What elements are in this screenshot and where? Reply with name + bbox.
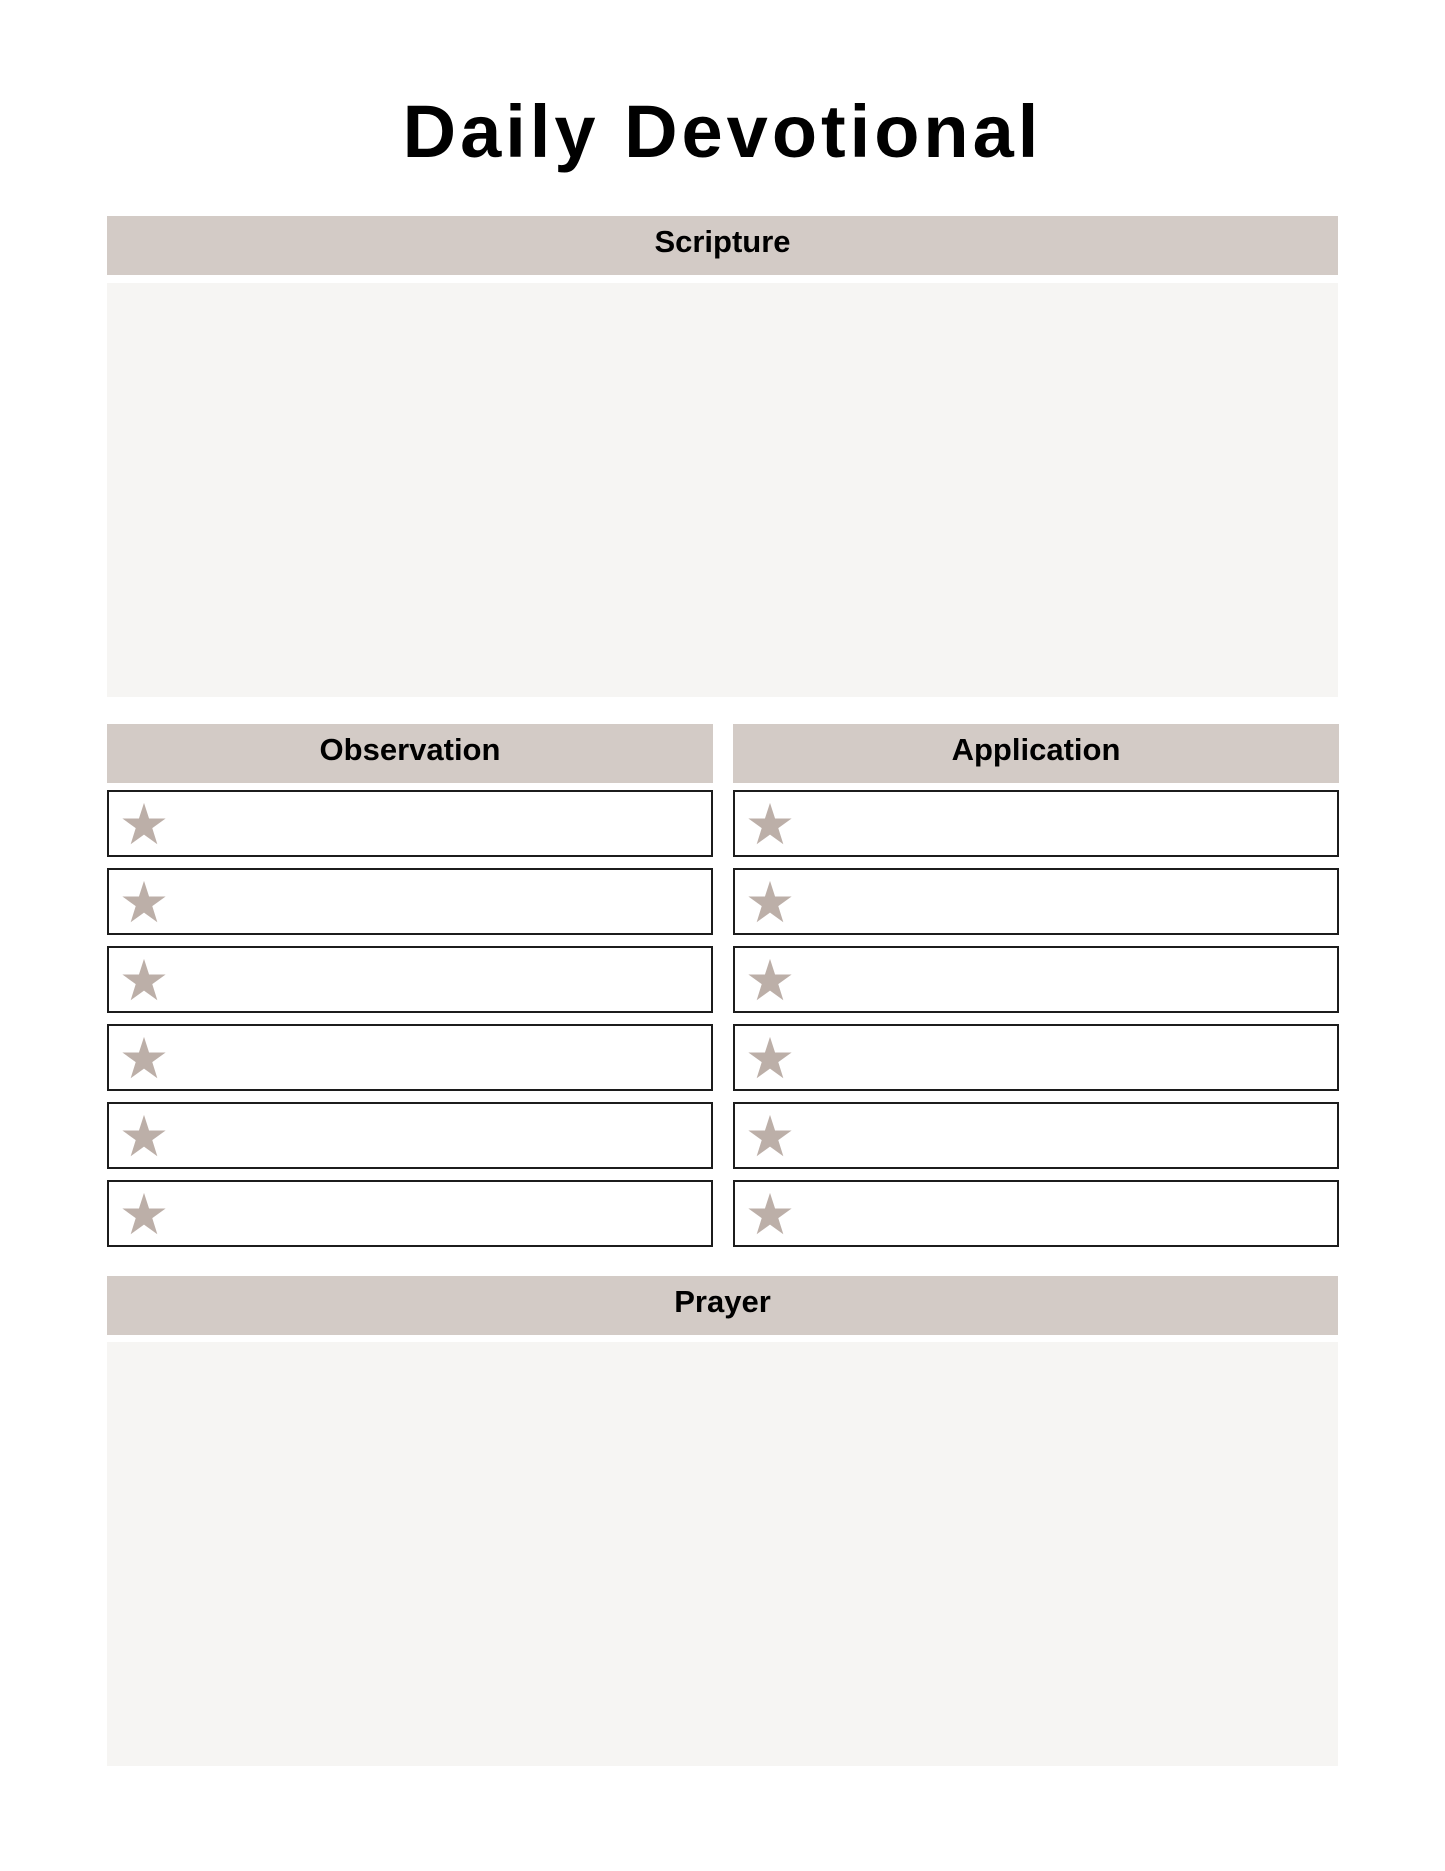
prayer-header: Prayer	[107, 1276, 1338, 1335]
star-icon	[748, 1036, 792, 1078]
observation-item-text	[167, 948, 711, 1011]
observation-item-text	[167, 792, 711, 855]
star-icon	[748, 1192, 792, 1234]
star-icon	[748, 958, 792, 1000]
application-item[interactable]	[733, 790, 1339, 857]
star-icon	[122, 1192, 166, 1234]
observation-item-text	[167, 870, 711, 933]
star-icon	[122, 802, 166, 844]
observation-item[interactable]	[107, 1102, 713, 1169]
application-item-text	[793, 870, 1337, 933]
application-item-text	[793, 1026, 1337, 1089]
star-icon	[122, 1114, 166, 1156]
observation-item[interactable]	[107, 868, 713, 935]
star-icon	[122, 958, 166, 1000]
observation-item[interactable]	[107, 946, 713, 1013]
observation-item-text	[167, 1182, 711, 1245]
star-icon	[748, 880, 792, 922]
application-list	[733, 790, 1339, 1247]
observation-list	[107, 790, 713, 1247]
observation-item-text	[167, 1104, 711, 1167]
application-item-text	[793, 948, 1337, 1011]
application-item[interactable]	[733, 1180, 1339, 1247]
page-title: Daily Devotional	[402, 90, 1043, 173]
observation-header-label: Observation	[319, 731, 501, 767]
prayer-box[interactable]	[107, 1342, 1338, 1766]
prayer-header-label: Prayer	[674, 1283, 771, 1319]
application-item[interactable]	[733, 1024, 1339, 1091]
application-item[interactable]	[733, 946, 1339, 1013]
application-header-label: Application	[951, 731, 1121, 767]
scripture-header: Scripture	[107, 216, 1338, 275]
application-item-text	[793, 792, 1337, 855]
observation-item[interactable]	[107, 1024, 713, 1091]
scripture-header-label: Scripture	[654, 223, 791, 259]
observation-item-text	[167, 1026, 711, 1089]
observation-item[interactable]	[107, 1180, 713, 1247]
scripture-box[interactable]	[107, 283, 1338, 697]
application-item[interactable]	[733, 1102, 1339, 1169]
observation-item[interactable]	[107, 790, 713, 857]
star-icon	[748, 802, 792, 844]
star-icon	[122, 1036, 166, 1078]
star-icon	[122, 880, 166, 922]
observation-header: Observation	[107, 724, 713, 783]
star-icon	[748, 1114, 792, 1156]
application-item-text	[793, 1182, 1337, 1245]
application-item[interactable]	[733, 868, 1339, 935]
application-item-text	[793, 1104, 1337, 1167]
application-header: Application	[733, 724, 1339, 783]
